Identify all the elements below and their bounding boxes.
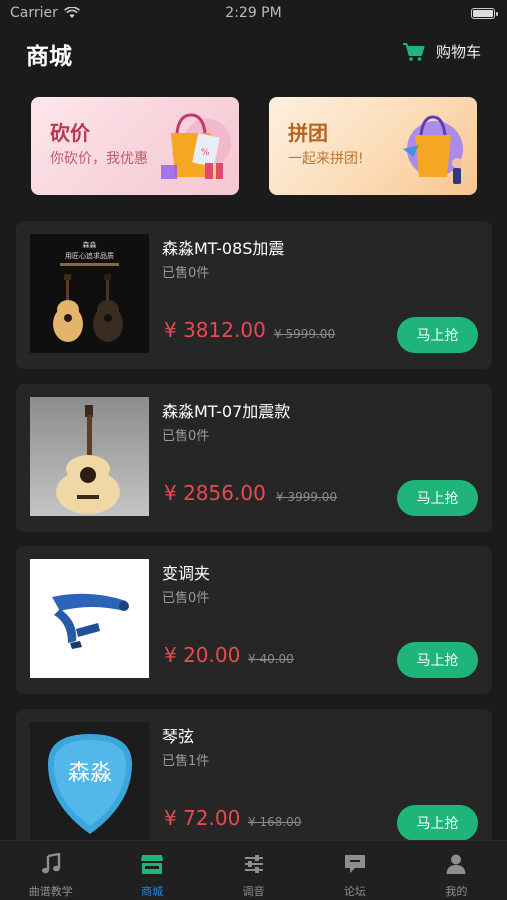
product-name: 变调夹: [162, 564, 211, 583]
product-name: 森淼MT-08S加震: [162, 239, 285, 258]
buy-now-button[interactable]: 马上抢: [397, 642, 478, 678]
music-note-icon: [41, 853, 60, 874]
product-sold-count: 已售0件: [162, 429, 210, 444]
buy-now-button[interactable]: 马上抢: [397, 480, 478, 516]
product-image: [30, 397, 149, 516]
tab-label: 曲谱教学: [28, 885, 73, 898]
chat-icon: [344, 855, 365, 873]
buy-now-button[interactable]: 马上抢: [397, 805, 478, 841]
tab-label: 论坛: [343, 885, 366, 898]
tab-tuner[interactable]: 调音: [203, 841, 304, 900]
product-card[interactable]: 森淼 琴弦 已售1件 ¥ 72.00 ¥ 168.00 马上抢: [16, 709, 492, 841]
page-header: 商城 购物车: [0, 30, 507, 76]
product-price: ¥ 3812.00: [164, 318, 266, 342]
clock: 2:29 PM: [225, 5, 282, 21]
group-buy-banner[interactable]: 拼团 一起来拼团!: [269, 97, 477, 195]
store-icon: [141, 855, 164, 874]
person-icon: [446, 854, 466, 874]
product-image-brand: 森淼: [68, 761, 112, 786]
product-image: [30, 559, 149, 678]
cart-label: 购物车: [435, 43, 481, 61]
product-image: 森淼: [30, 722, 149, 841]
product-name: 琴弦: [162, 727, 195, 746]
product-image: 森淼 用匠心追求品质: [30, 234, 149, 353]
product-original-price: ¥ 168.00: [248, 815, 302, 829]
product-name: 森淼MT-07加震款: [162, 402, 291, 421]
tab-profile[interactable]: 我的: [406, 841, 507, 900]
product-card[interactable]: 森淼MT-07加震款 已售0件 ¥ 2856.00 ¥ 3999.00 马上抢: [16, 384, 492, 532]
product-original-price: ¥ 5999.00: [274, 327, 336, 341]
tab-label: 调音: [242, 885, 265, 898]
battery-icon: [471, 8, 498, 19]
tab-forum[interactable]: 论坛: [304, 841, 405, 900]
product-price: ¥ 20.00: [164, 643, 241, 667]
cart-button[interactable]: 购物车: [402, 41, 481, 62]
tab-label: 我的: [445, 885, 468, 898]
product-card[interactable]: 变调夹 已售0件 ¥ 20.00 ¥ 40.00 马上抢: [16, 546, 492, 694]
product-image-slogan: 用匠心追求品质: [65, 251, 114, 260]
product-sold-count: 已售1件: [162, 754, 210, 769]
buy-now-button[interactable]: 马上抢: [397, 317, 478, 353]
tab-store[interactable]: 商城: [101, 841, 202, 900]
svg-text:%: %: [201, 148, 210, 158]
shopping-bag-illustration: %: [161, 113, 231, 179]
page-title: 商城: [26, 44, 72, 70]
product-image-brand: 森淼: [83, 240, 97, 249]
product-price: ¥ 2856.00: [164, 481, 266, 505]
bargain-title: 砍价: [50, 121, 90, 145]
sliders-icon: [244, 855, 263, 873]
bargain-subtitle: 你砍价，我优惠: [50, 151, 148, 167]
product-original-price: ¥ 3999.00: [276, 490, 338, 504]
tab-sheet-music[interactable]: 曲谱教学: [0, 841, 101, 900]
status-bar: Carrier 2:29 PM: [0, 0, 507, 28]
product-original-price: ¥ 40.00: [248, 652, 294, 666]
product-sold-count: 已售0件: [162, 591, 210, 606]
shopping-bag-illustration: [403, 115, 463, 184]
group-buy-title: 拼团: [288, 121, 328, 145]
tab-bar: 曲谱教学 商城 调音 论坛 我的: [0, 840, 507, 900]
product-price: ¥ 72.00: [164, 806, 241, 830]
tab-label: 商城: [141, 885, 164, 898]
product-sold-count: 已售0件: [162, 266, 210, 281]
cart-icon: [402, 42, 425, 61]
bargain-banner[interactable]: 砍价 你砍价，我优惠 %: [31, 97, 239, 195]
product-card[interactable]: 森淼 用匠心追求品质 森淼MT-08S加震 已售0件 ¥ 3812.00 ¥ 5…: [16, 221, 492, 369]
group-buy-subtitle: 一起来拼团!: [288, 151, 364, 167]
